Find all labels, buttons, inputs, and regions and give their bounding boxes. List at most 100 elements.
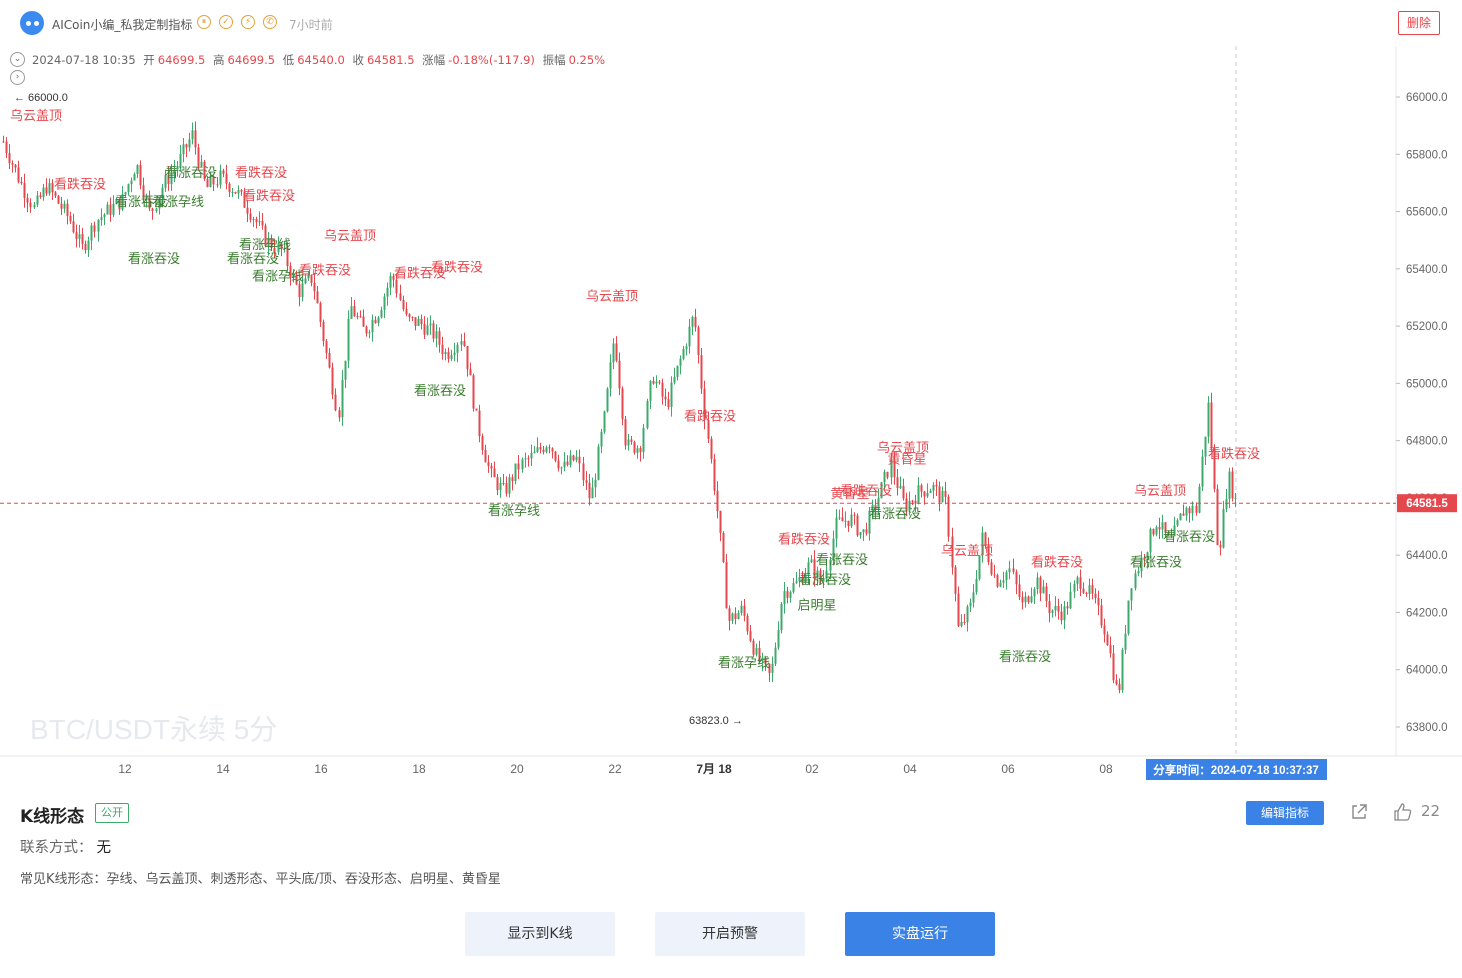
candle-body [862,529,865,533]
time-tick-label: 12 [118,762,132,776]
pattern-label: 看涨吞没 [799,572,851,588]
candle-body [23,183,26,198]
live-run-button[interactable]: 实盘运行 [845,912,995,956]
delete-button[interactable]: 删除 [1398,11,1440,35]
candle-body [792,583,795,592]
candle-body [496,477,499,491]
candle-body [841,517,844,522]
candle-body [1185,507,1188,516]
candle-body [1076,577,1079,584]
candle-body [1130,588,1133,601]
candle-body [219,170,222,185]
candle-body [575,456,578,461]
candle-body [438,331,441,345]
low-value: 64540.0 [297,53,345,67]
candle-body [408,314,411,317]
candle-body [133,174,136,181]
candle-body [783,591,786,604]
candle-body [237,189,240,194]
candle-body [1021,596,1024,603]
candle-body [371,319,374,333]
candle-body [926,492,929,497]
candle-body [627,439,630,446]
candle-body [865,529,868,534]
candle-body [414,317,417,326]
candle-body [719,511,722,533]
candle-body [472,375,475,409]
high-value: 64699.5 [227,53,276,67]
candle-body [5,141,8,154]
candle-body [652,380,655,384]
candle-body [14,164,17,168]
candle-body [1137,571,1140,574]
candle-body [966,606,969,623]
pattern-label: 看涨吞没 [1163,529,1215,545]
candle-body [697,327,700,356]
candle-body [1127,600,1130,634]
candle-body [923,491,926,497]
price-tick-label: 64800.0 [1406,436,1448,448]
candle-body [1201,456,1204,487]
candle-body [609,362,612,389]
candle-body [618,360,621,389]
candle-body [8,153,11,164]
candle-body [1042,586,1045,594]
candle-body [441,344,444,355]
candle-body [399,293,402,300]
edit-indicator-button[interactable]: 编辑指标 [1246,801,1324,825]
pattern-label: 看涨吞没 [816,552,868,568]
share-icon[interactable] [1350,803,1368,821]
candle-body [316,291,319,304]
candle-body [993,574,996,576]
candle-body [1109,645,1112,654]
phone-icon: ✆ [263,15,277,29]
candle-body [856,515,859,536]
enable-alert-button[interactable]: 开启预警 [655,912,805,956]
like-count: 22 [1421,802,1441,820]
candle-body [487,462,490,466]
avatar[interactable] [20,11,44,35]
candle-body [1118,684,1121,691]
candle-body [1204,436,1207,457]
candle-body [542,449,545,452]
pattern-label: 看跌吞没 [243,188,295,204]
candle-body [929,490,932,493]
candle-body [789,591,792,598]
amplitude-label: 振幅 [542,53,566,67]
collapse-chevron-icon[interactable]: ⌄ [10,52,25,67]
candle-body [197,147,200,167]
kline-chart[interactable]: BTC/USDT永续 5分 66000.0 65800.0 65600.0 65400.… [0,46,1462,786]
candle-body [786,591,789,598]
close-value: 64581.5 [366,53,415,67]
candle-body [1182,513,1185,516]
candle-body [469,369,472,376]
candle-body [1152,529,1155,535]
candle-body [1054,605,1057,611]
candle-body [594,479,597,488]
avatar-eye-icon [33,20,39,26]
change-label: 涨幅 [422,53,446,67]
chart-canvas[interactable]: BTC/USDT永续 5分 66000.0 65800.0 65600.0 65400.… [0,46,1462,786]
candle-body [100,217,103,220]
author-name[interactable]: AICoin小编_私我定制指标 [52,16,192,33]
open-label: 开 [143,53,155,67]
candle-body [460,341,463,345]
ohlc-datetime: 2024-07-18 10:35 [32,53,136,67]
thumbs-up-icon[interactable] [1393,802,1413,822]
expand-chevron-icon[interactable]: › [10,70,25,85]
candle-body [508,477,511,494]
candle-body [365,326,368,334]
candle-body [517,463,520,470]
candle-body [673,377,676,383]
candle-body [222,170,225,174]
candle-body [563,461,566,468]
current-price-label: 64581.5 [1406,498,1448,510]
candle-body [75,232,78,239]
candle-body [188,139,191,148]
post-header: AICoin小编_私我定制指标 ⏸ ✓ ⚡ ✆ 7小时前 删除 [0,0,1462,46]
candle-body [1124,633,1127,650]
candle-body [603,411,606,432]
show-on-kline-button[interactable]: 显示到K线 [465,912,615,956]
candle-body [127,184,130,193]
candle-body [548,447,551,449]
